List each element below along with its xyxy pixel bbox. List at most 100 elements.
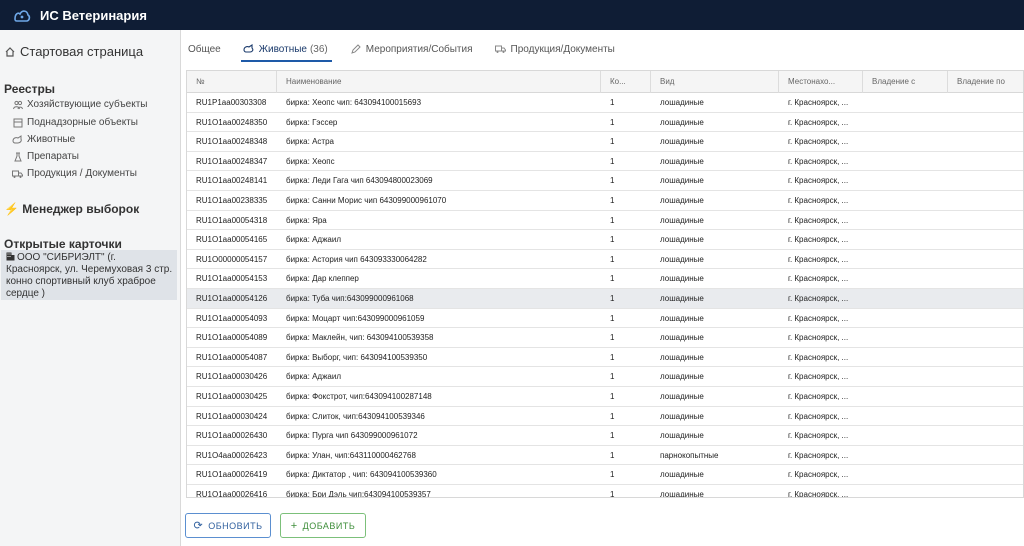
add-button[interactable]: + ДОБАВИТЬ (280, 513, 366, 538)
cell-count: 1 (610, 195, 615, 205)
cell-number: RU1O00000054157 (196, 254, 268, 264)
sidebar-item-medicines[interactable]: Препараты (12, 151, 79, 162)
cell-count: 1 (610, 156, 615, 166)
cell-name: бирка: Хеопс (286, 156, 335, 166)
column-header-owned-to[interactable]: Владение по (948, 71, 1023, 93)
table-row[interactable]: RU1O1aa00248141 бирка: Леди Гага чип 6430… (187, 171, 1023, 191)
plus-icon: + (290, 519, 298, 532)
cell-species: лошадиные (660, 293, 704, 303)
animals-table: № Наименование Ко... Вид Местонахо... Вл… (186, 70, 1024, 498)
table-row[interactable]: RU1O1aa00054087 бирка: Выборг, чип: 64309… (187, 348, 1023, 368)
sidebar-item-supervised-objects[interactable]: Поднадзорные объекты (12, 117, 138, 128)
cell-species: лошадиные (660, 313, 704, 323)
column-header-location[interactable]: Местонахо... (779, 71, 863, 93)
column-header-name[interactable]: Наименование (277, 71, 601, 93)
registries-heading: Реестры (4, 82, 56, 96)
table-row[interactable]: RU1O00000054157 бирка: Астория чип 643093… (187, 250, 1023, 270)
cell-count: 1 (610, 176, 615, 186)
cell-species: лошадиные (660, 156, 704, 166)
cell-count: 1 (610, 254, 615, 264)
cell-species: лошадиные (660, 333, 704, 343)
table-row[interactable]: RU1O1aa00054153 бирка: Дар клеппер 1 лошади… (187, 269, 1023, 289)
table-row[interactable]: RU1O1aa00054089 бирка: Маклейн, чип: 6430… (187, 328, 1023, 348)
cell-name: бирка: Улан, чип:643110000462768 (286, 450, 416, 460)
table-row[interactable]: RU1O1aa00026419 бирка: Диктатор , чип: 64… (187, 465, 1023, 485)
cell-species: лошадиные (660, 195, 704, 205)
people-icon (12, 99, 23, 110)
cell-name: бирка: Бри Дэль чип:643094100539357 (286, 489, 431, 498)
table-row[interactable]: RU1O1aa00030426 бирка: Аджаил 1 лошадиные г.… (187, 367, 1023, 387)
selection-manager-label: Менеджер выборок (22, 202, 140, 216)
cell-count: 1 (610, 117, 615, 127)
tab-products-documents[interactable]: Продукция/Документы (495, 38, 615, 60)
cell-species: лошадиные (660, 98, 704, 107)
app-logo-icon (14, 10, 31, 22)
table-row[interactable]: RU1P1aa00303308 бирка: Хеопс чип: 6430941… (187, 93, 1023, 113)
cell-count: 1 (610, 431, 615, 441)
cell-number: RU1O1aa00030424 (196, 411, 268, 421)
cell-number: RU1O1aa00030425 (196, 391, 268, 401)
cell-count: 1 (610, 352, 615, 362)
table-row[interactable]: RU1O4aa00026423 бирка: Улан, чип:64311000… (187, 446, 1023, 466)
tab-label: Мероприятия/События (365, 43, 473, 55)
column-header-number[interactable]: № (187, 71, 277, 93)
cell-number: RU1O1aa00030426 (196, 372, 268, 382)
sidebar-item-animals[interactable]: Животные (12, 134, 75, 145)
table-row[interactable]: RU1O1aa00054165 бирка: Аджаил 1 лошадиные г.… (187, 230, 1023, 250)
cell-name: бирка: Яра (286, 215, 327, 225)
cell-location: г. Красноярск, ... (788, 156, 849, 166)
cell-name: бирка: Гэссер (286, 117, 338, 127)
tab-general[interactable]: Общее (188, 38, 221, 60)
table-row[interactable]: RU1O1aa00248347 бирка: Хеопс 1 лошадиные г. … (187, 152, 1023, 172)
tab-label: Животные (258, 43, 307, 55)
cell-name: бирка: Моцарт чип:643099000961059 (286, 313, 425, 323)
sidebar-item-business-entities[interactable]: Хозяйствующие субъекты (12, 99, 148, 110)
selection-manager-link[interactable]: ⚡ Менеджер выборок (4, 202, 139, 216)
table-row[interactable]: RU1O1aa00026416 бирка: Бри Дэль чип:64309… (187, 485, 1023, 498)
cell-number: RU1O1aa00248350 (196, 117, 268, 127)
cell-species: лошадиные (660, 372, 704, 382)
cell-species: лошадиные (660, 137, 704, 147)
cell-location: г. Красноярск, ... (788, 391, 849, 401)
table-row[interactable]: RU1O1aa00026430 бирка: Пурга чип 64309900… (187, 426, 1023, 446)
app-header: ИС Ветеринария (0, 0, 1024, 30)
cell-number: RU1P1aa00303308 (196, 98, 267, 107)
truck-icon (12, 168, 23, 179)
add-button-label: ДОБАВИТЬ (302, 520, 356, 531)
cell-name: бирка: Выборг, чип: 643094100539350 (286, 352, 428, 362)
cell-location: г. Красноярск, ... (788, 117, 849, 127)
cell-name: бирка: Фокстрот, чип:643094100287148 (286, 391, 432, 401)
cell-count: 1 (610, 470, 615, 480)
tab-animals[interactable]: Животные (36) (240, 38, 332, 62)
objects-icon (12, 117, 23, 128)
column-header-species[interactable]: Вид (651, 71, 779, 93)
refresh-button[interactable]: ⟳ ОБНОВИТЬ (185, 513, 271, 538)
cell-name: бирка: Аджаил (286, 235, 342, 245)
tab-events[interactable]: Мероприятия/События (350, 38, 473, 60)
sidebar-home-link[interactable]: Стартовая страница (4, 44, 143, 59)
column-header-owned-from[interactable]: Владение с (863, 71, 948, 93)
table-row[interactable]: RU1O1aa00054126 бирка: Туба чип:643099000… (187, 288, 1023, 309)
column-header-count[interactable]: Ко... (601, 71, 651, 93)
table-row[interactable]: RU1O1aa00054093 бирка: Моцарт чип:6430990… (187, 309, 1023, 329)
cell-number: RU1O1aa00054153 (196, 274, 268, 284)
cell-location: г. Красноярск, ... (788, 352, 849, 362)
table-row[interactable]: RU1O1aa00248350 бирка: Гэссер 1 лошадиные г.… (187, 113, 1023, 133)
cell-count: 1 (610, 274, 615, 284)
cell-count: 1 (610, 293, 615, 303)
cell-number: RU1O1aa00248141 (196, 176, 268, 186)
cell-name: бирка: Диктатор , чип: 643094100539360 (286, 470, 437, 480)
cell-name: бирка: Хеопс чип: 643094100015693 (286, 98, 422, 107)
table-row[interactable]: RU1O1aa00030424 бирка: Слиток, чип:643094… (187, 407, 1023, 427)
table-row[interactable]: RU1O1aa00054318 бирка: Яра 1 лошадиные г. Кр… (187, 211, 1023, 231)
cell-species: лошадиные (660, 117, 704, 127)
open-card-item[interactable]: ООО "СИБРИЭЛТ" (г. Красноярск, ул. Черем… (1, 250, 177, 300)
sidebar-item-products-documents[interactable]: Продукция / Документы (12, 168, 137, 179)
cell-species: лошадиные (660, 215, 704, 225)
tab-count-badge: (36) (309, 43, 328, 55)
cell-count: 1 (610, 98, 615, 107)
table-row[interactable]: RU1O1aa00238335 бирка: Санни Морис чип 64… (187, 191, 1023, 211)
cell-number: RU1O1aa00026416 (196, 489, 268, 498)
table-row[interactable]: RU1O1aa00248348 бирка: Астра 1 лошадиные г. … (187, 132, 1023, 152)
table-row[interactable]: RU1O1aa00030425 бирка: Фокстрот, чип:6430… (187, 387, 1023, 407)
